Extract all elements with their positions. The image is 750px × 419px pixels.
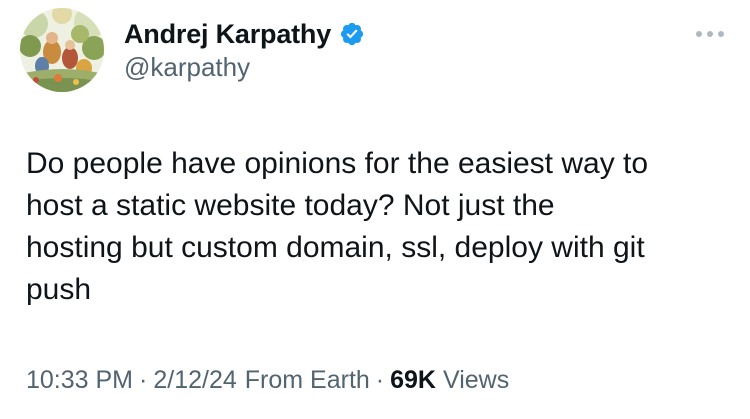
author-display-name[interactable]: Andrej Karpathy <box>124 19 331 50</box>
meta-separator: · <box>139 365 148 394</box>
author-handle[interactable]: @karpathy <box>124 52 250 83</box>
tweet-location: From Earth <box>244 365 370 394</box>
tweet-date[interactable]: 2/12/24 <box>153 366 236 395</box>
tweet-card: Andrej Karpathy @karpathy Do people have… <box>0 0 750 419</box>
verified-badge-icon[interactable] <box>339 21 365 47</box>
views-label: Views <box>443 365 510 394</box>
author-row: Andrej Karpathy <box>124 18 365 50</box>
tweet-metadata: 10:33 PM · 2/12/24 From Earth · 69K View… <box>26 360 509 400</box>
avatar[interactable] <box>20 8 104 92</box>
tweet-text: Do people have opinions for the easiest … <box>26 147 649 306</box>
tweet-time[interactable]: 10:33 PM <box>26 366 133 395</box>
more-horizontal-icon <box>696 31 724 37</box>
more-options-button[interactable] <box>690 22 730 46</box>
avatar-illustration <box>20 8 104 92</box>
views-count[interactable]: 69K <box>390 366 436 395</box>
meta-separator: · <box>375 365 385 394</box>
